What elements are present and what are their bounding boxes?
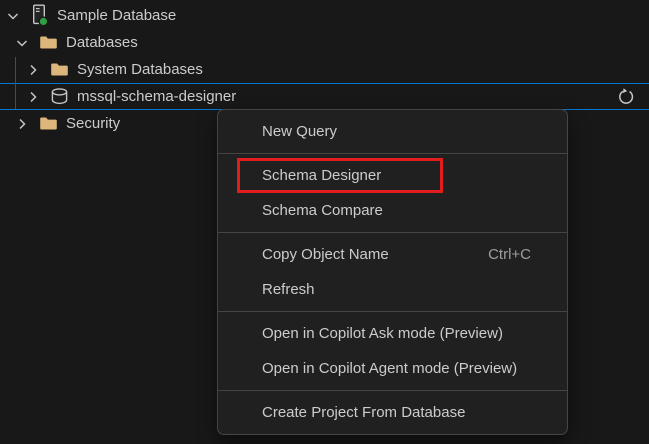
menu-separator: [218, 232, 567, 233]
menu-separator: [218, 311, 567, 312]
database-icon: [48, 83, 70, 110]
menu-item-label: New Query: [262, 123, 337, 140]
tree-item-label: mssql-schema-designer: [77, 88, 236, 105]
chevron-down-icon[interactable]: [11, 29, 33, 56]
chevron-right-icon[interactable]: [22, 56, 44, 83]
menu-item-label: Copy Object Name: [262, 246, 389, 263]
tree-item-label: Security: [66, 115, 120, 132]
menu-item-label: Schema Designer: [262, 167, 381, 184]
server-connected-icon: [28, 2, 50, 29]
tree-item-sample-database[interactable]: Sample Database: [0, 2, 649, 29]
menu-item-shortcut: Ctrl+C: [488, 246, 531, 263]
menu-separator: [218, 153, 567, 154]
indent-guide: [15, 57, 16, 109]
tree-item-databases[interactable]: Databases: [0, 29, 649, 56]
tree-item-system-databases[interactable]: System Databases: [0, 56, 649, 83]
chevron-down-icon[interactable]: [2, 2, 24, 29]
tree-item-label: Databases: [66, 34, 138, 51]
tree-item-label: System Databases: [77, 61, 203, 78]
menu-item-label: Open in Copilot Ask mode (Preview): [262, 325, 503, 342]
refresh-button[interactable]: [616, 87, 636, 107]
menu-item-create-project-from-database[interactable]: Create Project From Database: [218, 395, 567, 430]
folder-icon: [48, 56, 70, 83]
menu-item-new-query[interactable]: New Query: [218, 114, 567, 149]
menu-item-label: Create Project From Database: [262, 404, 465, 421]
menu-item-schema-compare[interactable]: Schema Compare: [218, 193, 567, 228]
chevron-right-icon[interactable]: [22, 83, 44, 110]
menu-separator: [218, 390, 567, 391]
menu-item-label: Open in Copilot Agent mode (Preview): [262, 360, 517, 377]
menu-item-schema-designer[interactable]: Schema Designer: [218, 158, 567, 193]
tree-item-mssql-schema-designer[interactable]: mssql-schema-designer: [0, 83, 649, 110]
menu-item-copilot-agent-mode[interactable]: Open in Copilot Agent mode (Preview): [218, 351, 567, 386]
folder-icon: [37, 29, 59, 56]
menu-item-copy-object-name[interactable]: Copy Object Name Ctrl+C: [218, 237, 567, 272]
menu-item-copilot-ask-mode[interactable]: Open in Copilot Ask mode (Preview): [218, 316, 567, 351]
chevron-right-icon[interactable]: [11, 110, 33, 137]
menu-item-label: Schema Compare: [262, 202, 383, 219]
menu-item-refresh[interactable]: Refresh: [218, 272, 567, 307]
menu-item-label: Refresh: [262, 281, 315, 298]
tree-item-label: Sample Database: [57, 7, 176, 24]
folder-icon: [37, 110, 59, 137]
context-menu: New Query Schema Designer Schema Compare…: [217, 109, 568, 435]
